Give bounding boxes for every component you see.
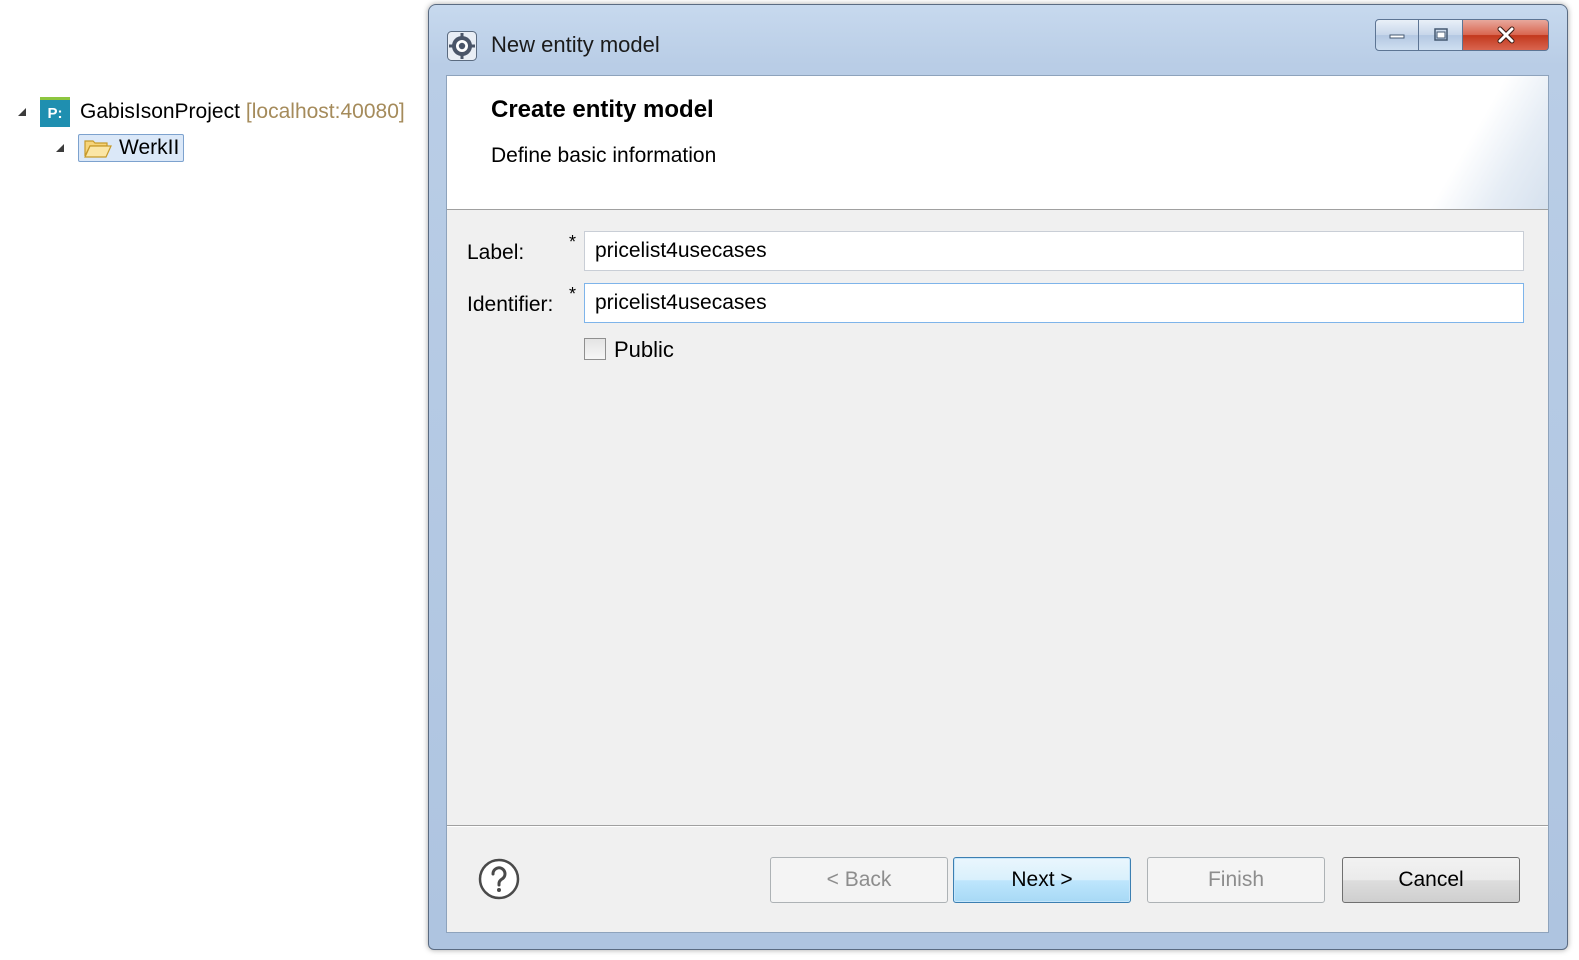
tree-item-project[interactable]: P: GabisIsonProject [localhost:40080] (16, 96, 405, 128)
close-icon (1497, 26, 1514, 44)
dialog-titlebar[interactable]: New entity model (429, 5, 1567, 75)
wizard-page-message: Define basic information (491, 144, 717, 167)
expand-toggle-icon[interactable] (16, 106, 28, 118)
dialog-title: New entity model (491, 32, 660, 57)
expand-toggle-icon[interactable] (54, 142, 66, 154)
eclipse-gear-icon (447, 31, 477, 61)
folder-name: WerkII (119, 136, 180, 159)
wizard-button-bar: < Back Next > Finish Cancel (447, 825, 1548, 932)
project-explorer-tree: P: GabisIsonProject [localhost:40080] We… (0, 0, 460, 200)
public-checkbox-label[interactable]: Public (614, 337, 674, 363)
minimize-icon (1389, 34, 1405, 39)
project-icon: P: (40, 97, 70, 127)
required-marker: * (569, 284, 577, 304)
maximize-icon (1433, 28, 1448, 41)
required-marker: * (569, 232, 577, 252)
cancel-button[interactable]: Cancel (1342, 857, 1520, 903)
next-button[interactable]: Next > (953, 857, 1131, 903)
new-entity-model-dialog: New entity model Create entity model Def… (428, 4, 1568, 950)
dialog-client-area: Create entity model Define basic informa… (446, 75, 1549, 933)
identifier-input[interactable] (584, 283, 1524, 323)
back-button[interactable]: < Back (770, 857, 948, 903)
window-controls (1375, 19, 1549, 51)
wizard-header: Create entity model Define basic informa… (447, 76, 1548, 210)
project-name: GabisIsonProject (80, 100, 240, 123)
project-host: [localhost:40080] (245, 100, 405, 123)
minimize-button[interactable] (1375, 19, 1419, 51)
close-button[interactable] (1463, 19, 1549, 51)
folder-open-icon (84, 140, 112, 158)
maximize-button[interactable] (1419, 19, 1463, 51)
identifier-field-label: Identifier: (467, 293, 554, 316)
header-banner-graphic (1428, 76, 1548, 209)
finish-button[interactable]: Finish (1147, 857, 1325, 903)
public-checkbox[interactable] (584, 338, 606, 360)
tree-item-folder[interactable]: WerkII (54, 132, 185, 164)
help-icon[interactable] (478, 858, 520, 900)
selected-folder[interactable]: WerkII (78, 134, 185, 162)
label-input[interactable] (584, 231, 1524, 271)
wizard-page-title: Create entity model (491, 96, 714, 123)
label-field-label: Label: (467, 241, 525, 264)
